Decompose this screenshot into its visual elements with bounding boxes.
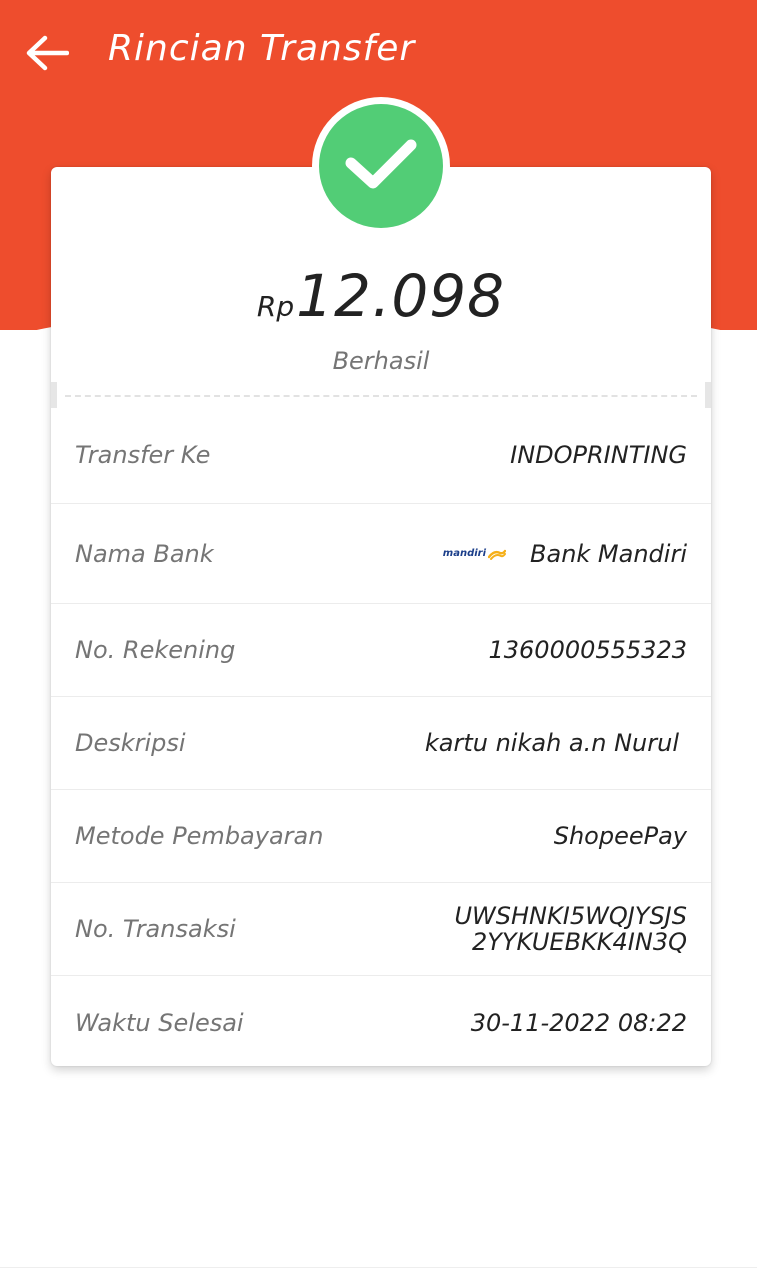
detail-row-description: Deskripsi kartu nikah a.n Nurul (51, 697, 711, 790)
detail-row-payment-method: Metode Pembayaran ShopeePay (51, 790, 711, 883)
transfer-amount: Rp12.098 (51, 262, 711, 330)
account-number-value: 1360000555323 (488, 636, 687, 664)
card-notch-right (705, 382, 711, 408)
transfer-to-label: Transfer Ke (75, 441, 211, 469)
success-circle (319, 104, 443, 228)
dashed-divider (65, 395, 697, 397)
description-value: kartu nikah a.n Nurul (424, 729, 679, 757)
transfer-detail-card: Rp12.098 Berhasil Transfer Ke INDOPRINTI… (51, 167, 711, 1066)
transaction-number-value: UWSHNKI5WQJYSJS 2YYKUEBKK4IN3Q (454, 903, 687, 955)
bottom-divider (0, 1267, 757, 1268)
bank-name-value: Bank Mandiri (530, 539, 687, 568)
success-badge (312, 97, 450, 235)
amount-value: 12.098 (296, 262, 506, 330)
top-bar: Rincian Transfer (0, 0, 757, 104)
transfer-to-value: INDOPRINTING (510, 441, 687, 469)
transaction-number-line-2: 2YYKUEBKK4IN3Q (471, 928, 687, 956)
back-button[interactable] (20, 26, 74, 80)
completed-time-label: Waktu Selesai (75, 1008, 244, 1037)
mandiri-logo-text: mandiri (442, 547, 487, 559)
bank-name-label: Nama Bank (75, 539, 214, 568)
transaction-number-label: No. Transaksi (75, 915, 236, 943)
detail-row-completed-time: Waktu Selesai 30-11-2022 08:22 (51, 976, 711, 1069)
account-number-label: No. Rekening (75, 636, 236, 664)
transfer-detail-screen: Rincian Transfer Rp12.098 Berhasil Trans… (0, 0, 757, 1280)
bank-name-value-group: mandiri Bank Mandiri (443, 541, 687, 567)
detail-list: Transfer Ke INDOPRINTING Nama Bank mandi… (51, 407, 711, 1069)
payment-method-value: ShopeePay (553, 822, 687, 850)
mandiri-logo-icon: mandiri (442, 541, 507, 567)
description-label: Deskripsi (75, 729, 186, 757)
detail-row-bank-name: Nama Bank mandiri Bank Mandiri (51, 504, 711, 604)
detail-row-transfer-to: Transfer Ke INDOPRINTING (51, 407, 711, 504)
detail-row-transaction-number: No. Transaksi UWSHNKI5WQJYSJS 2YYKUEBKK4… (51, 883, 711, 976)
check-icon (341, 133, 421, 199)
payment-method-label: Metode Pembayaran (75, 822, 324, 850)
status-text: Berhasil (332, 347, 430, 375)
detail-row-account-number: No. Rekening 1360000555323 (51, 604, 711, 697)
page-title: Rincian Transfer (108, 28, 416, 69)
completed-time-value: 30-11-2022 08:22 (470, 1008, 687, 1037)
transaction-number-line-1: UWSHNKI5WQJYSJS (454, 902, 687, 930)
arrow-left-icon (25, 35, 69, 71)
card-notch-left (51, 382, 57, 408)
currency-label: Rp (256, 290, 295, 323)
